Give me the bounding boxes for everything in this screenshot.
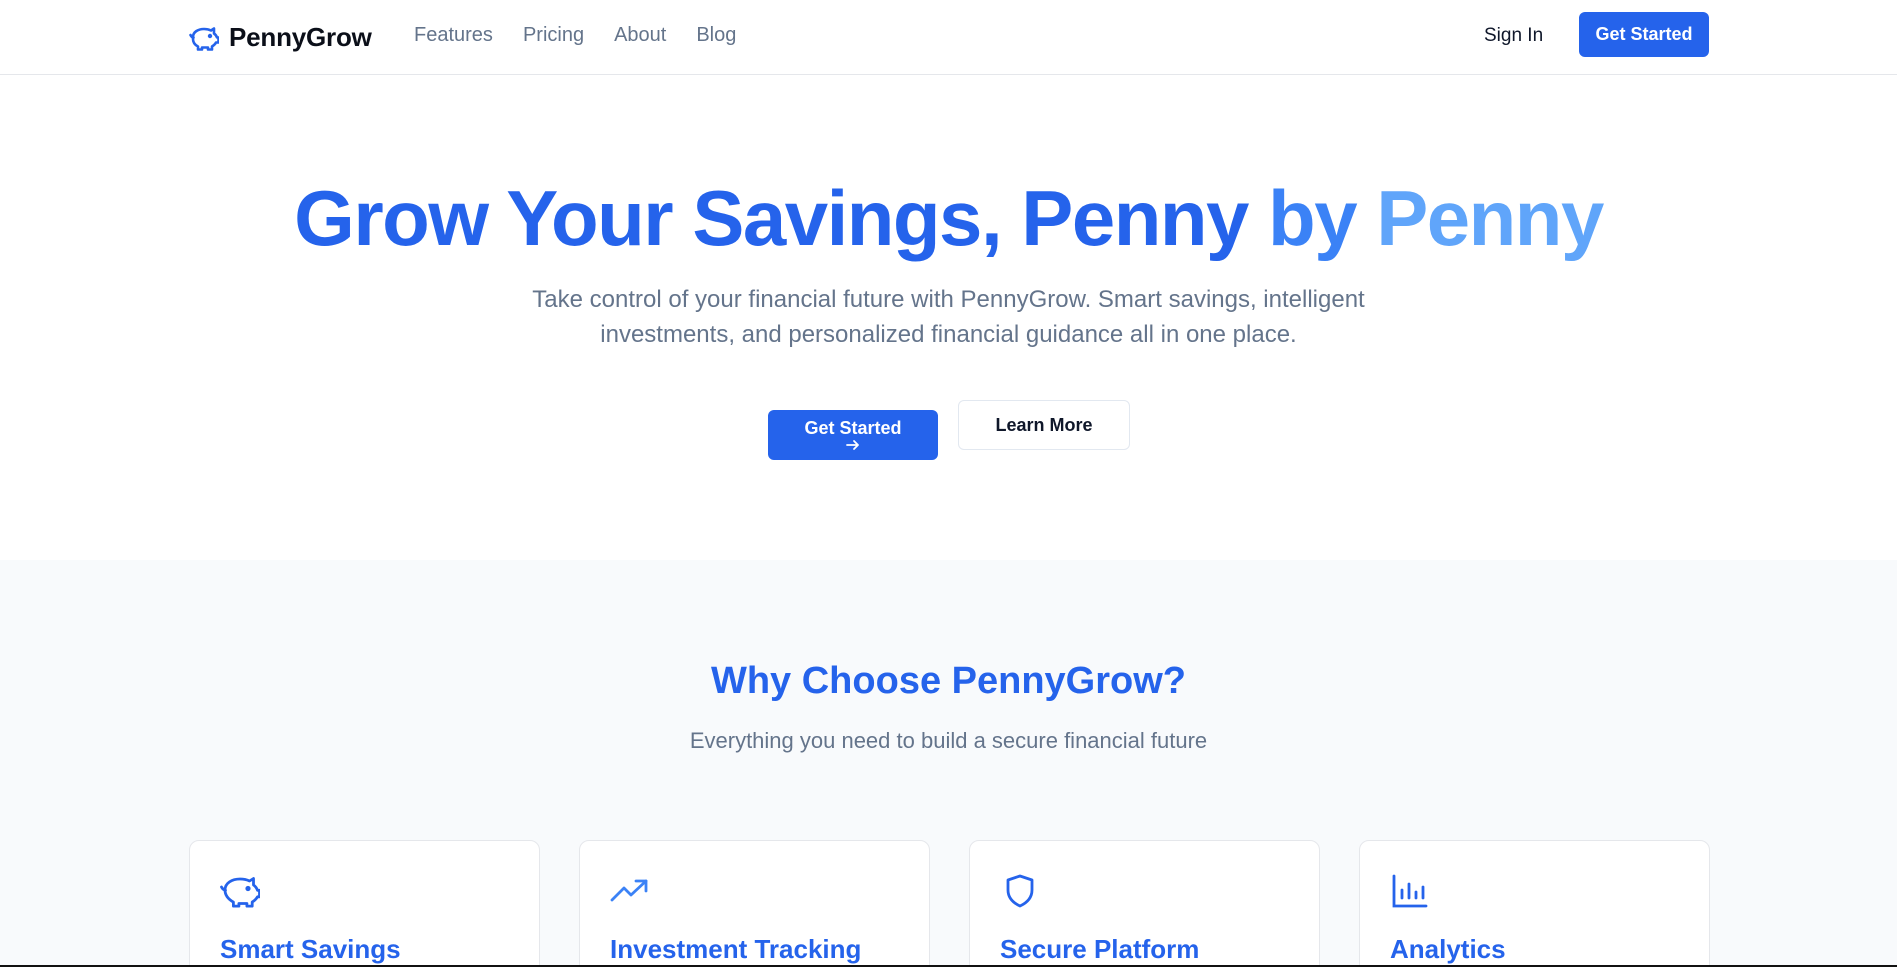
hero-get-started-button[interactable]: Get Started bbox=[768, 410, 938, 460]
hero-title: Grow Your Savings, Penny by Penny bbox=[0, 172, 1897, 264]
shield-icon bbox=[1006, 874, 1034, 908]
features-section: Why Choose PennyGrow? Everything you nee… bbox=[0, 560, 1897, 967]
features-subtitle: Everything you need to build a secure fi… bbox=[689, 728, 1208, 753]
feature-card-analytics: Analytics bbox=[1359, 840, 1710, 967]
trending-up-icon bbox=[610, 879, 648, 902]
learn-more-button[interactable]: Learn More bbox=[958, 400, 1130, 450]
hero-title-part4: Penny bbox=[1376, 174, 1604, 262]
feature-card-title: Secure Platform bbox=[1000, 934, 1200, 964]
brand-name: PennyGrow bbox=[229, 22, 372, 52]
site-header: PennyGrow Features Pricing About Blog Si… bbox=[0, 0, 1897, 75]
feature-card-smart-savings: Smart Savings bbox=[189, 840, 540, 967]
feature-card-title: Analytics bbox=[1390, 934, 1506, 964]
feature-card-secure-platform: Secure Platform bbox=[969, 840, 1320, 967]
hero-title-part2: Penny bbox=[1021, 174, 1249, 262]
nav-item-pricing[interactable]: Pricing bbox=[523, 24, 584, 47]
piggy-bank-icon bbox=[220, 877, 260, 908]
hero-title-part1: Grow Your Savings, bbox=[294, 174, 1002, 262]
nav-item-blog[interactable]: Blog bbox=[696, 24, 736, 47]
sign-in-link[interactable]: Sign In bbox=[1484, 25, 1543, 47]
hero-cta-label: Get Started bbox=[804, 418, 902, 438]
brand-logo[interactable]: PennyGrow bbox=[189, 22, 372, 53]
feature-card-investment-tracking: Investment Tracking bbox=[579, 840, 930, 967]
nav-item-about[interactable]: About bbox=[614, 24, 666, 47]
feature-card-title: Smart Savings bbox=[220, 934, 401, 964]
hero-subtitle: Take control of your financial future wi… bbox=[532, 286, 1365, 348]
bar-chart-icon bbox=[1392, 874, 1428, 908]
feature-card-title: Investment Tracking bbox=[610, 934, 862, 964]
hero-title-part3: by bbox=[1268, 174, 1358, 262]
header-get-started-button[interactable]: Get Started bbox=[1579, 12, 1709, 57]
features-title: Why Choose PennyGrow? bbox=[710, 660, 1187, 702]
arrow-right-icon bbox=[846, 440, 859, 450]
piggy-bank-icon bbox=[189, 26, 219, 51]
main-nav: Features Pricing About Blog bbox=[414, 24, 736, 47]
nav-item-features[interactable]: Features bbox=[414, 24, 493, 47]
